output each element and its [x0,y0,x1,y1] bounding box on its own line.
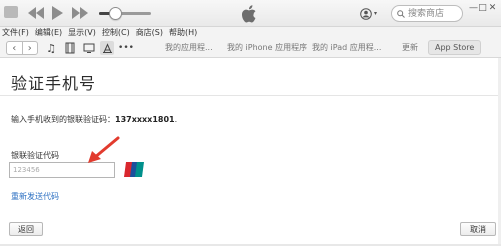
nav-bar: ‹ › ♫ ••• 我的应用程... 我的 iPhone 应用程序 我的 iPa… [0,38,501,58]
music-icon[interactable]: ♫ [44,41,58,55]
more-icon[interactable]: ••• [118,41,134,55]
chevron-left-icon: ‹ [12,42,17,54]
instruction-prefix: 输入手机收到的银联验证码： [11,115,115,124]
chevron-right-icon: › [27,42,32,54]
tv-icon[interactable] [82,41,96,55]
tab-app-store[interactable]: App Store [428,40,482,55]
menu-edit[interactable]: 编辑(E) [35,27,62,38]
menu-bar: 文件(F) 编辑(E) 显示(V) 控制(C) 商店(S) 帮助(H) [0,27,501,38]
resend-code-link[interactable]: 重新发送代码 [11,191,59,202]
search-box[interactable] [391,5,463,22]
menu-controls[interactable]: 控制(C) [102,27,130,38]
menu-help[interactable]: 帮助(H) [169,27,197,38]
history-nav: ‹ › [6,41,38,55]
red-arrow-annotation [88,136,120,163]
page-title: 验证手机号 [11,74,97,93]
close-button[interactable]: ✕ [487,3,498,14]
play-icon [52,6,63,20]
menu-file[interactable]: 文件(F) [2,27,29,38]
back-button[interactable]: 返回 [9,222,43,236]
forward-nav-button[interactable]: › [21,42,38,54]
fast-forward-icon [72,7,88,19]
app-menu-icon[interactable] [4,6,18,18]
close-icon: ✕ [488,3,497,13]
tab-my-apps[interactable]: 我的应用程... [165,42,213,53]
volume-knob[interactable] [108,7,122,20]
tab-iphone-apps[interactable]: 我的 iPhone 应用程序 [227,42,307,53]
apple-logo-icon [241,5,256,23]
masked-phone-number: 137xxxx1801 [115,115,175,124]
movies-icon[interactable] [63,41,77,55]
play-button[interactable] [50,5,64,23]
back-nav-button[interactable]: ‹ [7,42,22,54]
instruction-suffix: . [174,115,178,124]
maximize-icon: □ [478,3,487,13]
menu-store[interactable]: 商店(S) [136,27,163,38]
rewind-icon [28,7,44,19]
volume-slider[interactable] [99,12,151,15]
chevron-down-icon: ▾ [374,10,378,17]
instruction-text: 输入手机收到的银联验证码：137xxxx1801. [11,114,177,125]
code-field-label: 银联验证代码 [11,151,59,160]
verification-code-input[interactable] [9,162,115,178]
search-input[interactable] [408,6,460,21]
user-icon [360,7,372,20]
apps-icon[interactable] [100,41,114,55]
menu-view[interactable]: 显示(V) [68,27,96,38]
unionpay-logo-icon [124,162,144,177]
fast-forward-button[interactable] [70,5,90,23]
search-icon [397,9,405,18]
cancel-button[interactable]: 取消 [460,222,496,236]
rewind-button[interactable] [26,5,46,23]
itunes-toolbar: ▾ — □ ✕ [0,0,501,27]
tab-updates[interactable]: 更新 [402,42,418,53]
account-button[interactable]: ▾ [360,5,384,22]
tab-ipad-apps[interactable]: 我的 iPad 应用程... [312,42,381,53]
divider [0,95,501,96]
